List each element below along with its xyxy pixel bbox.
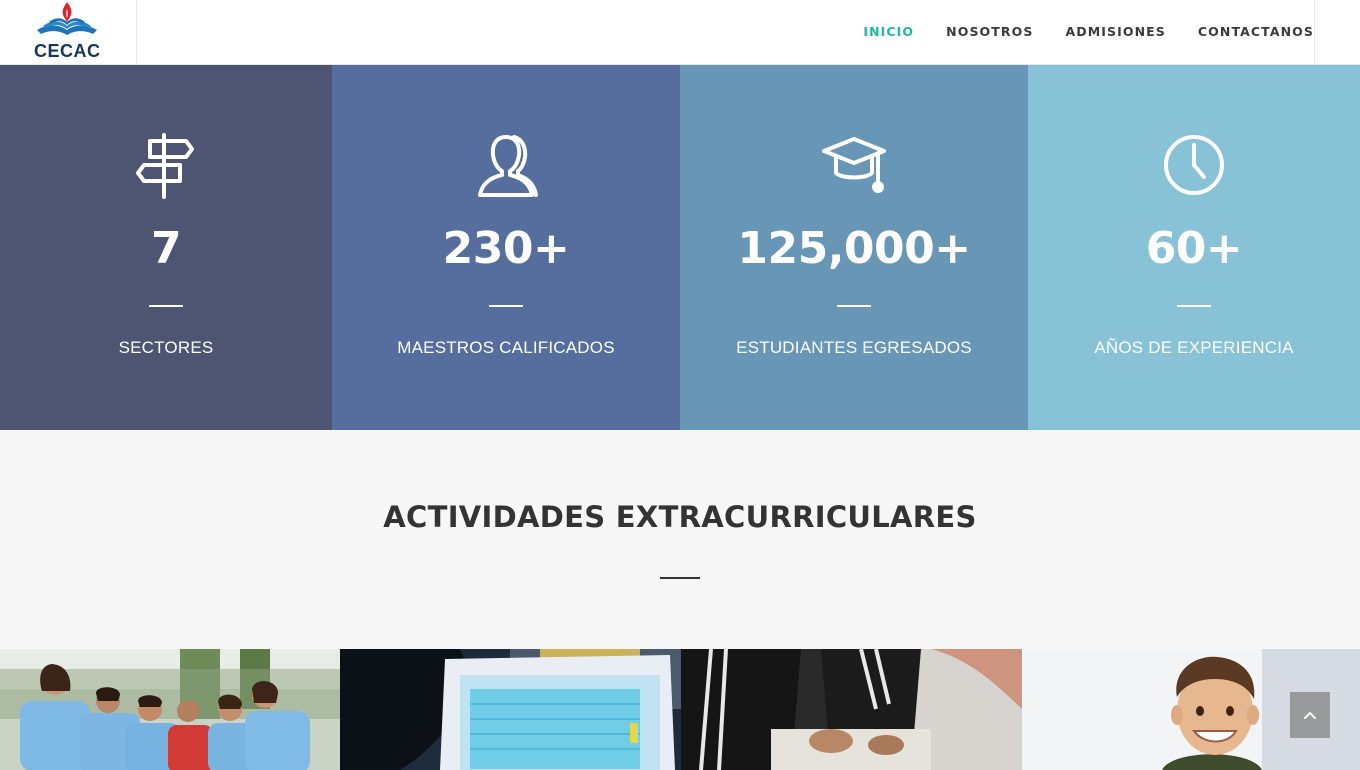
stat-divider xyxy=(1177,305,1211,307)
stat-label: ESTUDIANTES EGRESADOS xyxy=(736,338,972,357)
stat-anos: 60+ AÑOS DE EXPERIENCIA xyxy=(1028,65,1360,430)
activities-gallery xyxy=(0,649,1360,770)
main-nav: INICIO NOSOTROS ADMISIONES CONTACTANOS xyxy=(831,0,1314,62)
section-title: ACTIVIDADES EXTRACURRICULARES xyxy=(383,500,977,534)
scroll-to-top-button[interactable] xyxy=(1290,692,1330,738)
stat-maestros: 230+ MAESTROS CALIFICADOS xyxy=(332,65,680,430)
user-icon xyxy=(478,135,538,197)
section-divider xyxy=(660,577,700,579)
nav-inicio[interactable]: INICIO xyxy=(863,24,914,39)
stat-divider xyxy=(489,305,523,307)
stat-sectores: 7 SECTORES xyxy=(0,65,332,430)
nav-admisiones[interactable]: ADMISIONES xyxy=(1065,24,1165,39)
graduation-cap-icon xyxy=(822,137,886,193)
logo-text: CECAC xyxy=(34,41,101,61)
nav-nosotros[interactable]: NOSOTROS xyxy=(946,24,1033,39)
stat-number: 60+ xyxy=(1145,223,1243,274)
nav-divider xyxy=(1314,0,1315,65)
students-desk-photo[interactable] xyxy=(681,649,1022,770)
clock-icon xyxy=(1164,135,1224,195)
site-header: CECAC INICIO NOSOTROS ADMISIONES CONTACT… xyxy=(0,0,1360,65)
chevron-up-icon xyxy=(1304,712,1316,719)
stat-number: 125,000+ xyxy=(737,223,971,274)
stat-divider xyxy=(149,305,183,307)
logo-mark-icon xyxy=(37,2,97,35)
soccer-team-photo[interactable] xyxy=(0,649,340,770)
stat-divider xyxy=(837,305,871,307)
nav-contactanos[interactable]: CONTACTANOS xyxy=(1198,24,1314,39)
stat-label: MAESTROS CALIFICADOS xyxy=(397,338,615,357)
stat-label: AÑOS DE EXPERIENCIA xyxy=(1094,338,1294,357)
stats-section: 7 SECTORES 230+ MAESTROS CALIFICADOS 125… xyxy=(0,65,1360,430)
signpost-icon xyxy=(136,133,194,199)
stat-number: 7 xyxy=(150,223,182,274)
stat-estudiantes: 125,000+ ESTUDIANTES EGRESADOS xyxy=(680,65,1028,430)
laptop-photo[interactable] xyxy=(340,649,681,770)
stat-label: SECTORES xyxy=(118,338,214,357)
stat-number: 230+ xyxy=(442,223,570,274)
logo[interactable]: CECAC xyxy=(0,0,137,65)
